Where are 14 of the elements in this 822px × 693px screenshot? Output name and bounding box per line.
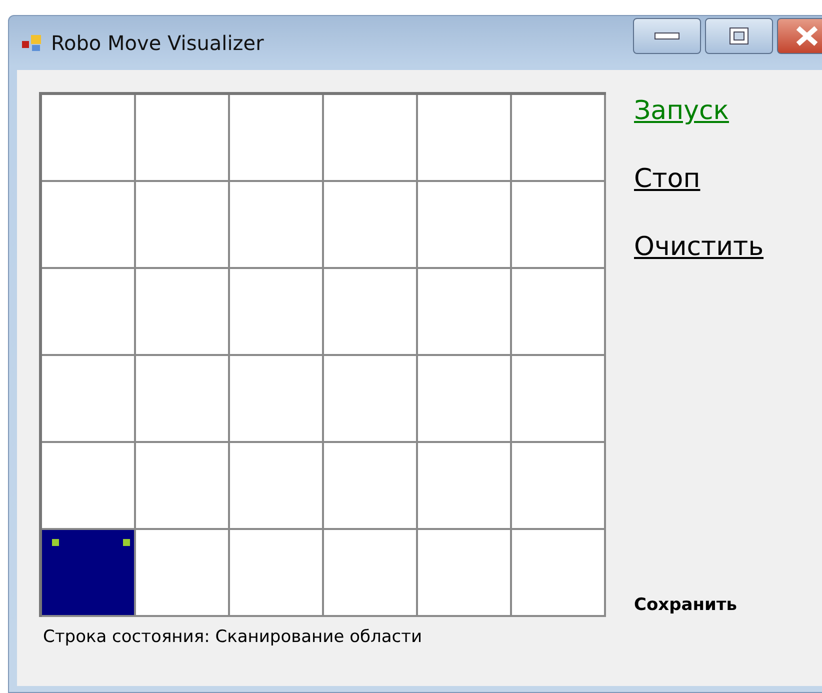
sensor-dots-icon <box>52 539 130 547</box>
minimize-icon <box>654 31 680 41</box>
action-link[interactable]: Стоп <box>634 164 822 194</box>
close-icon <box>794 25 820 47</box>
action-link[interactable]: Запуск <box>634 96 822 126</box>
minimize-button[interactable] <box>633 18 701 54</box>
save-button[interactable]: Сохранить <box>634 595 738 615</box>
close-button[interactable] <box>777 18 822 54</box>
window-title: Robo Move Visualizer <box>51 31 265 55</box>
maximize-button[interactable] <box>705 18 773 54</box>
action-link[interactable]: Очистить <box>634 232 822 262</box>
maximize-icon <box>728 26 750 46</box>
app-icon <box>21 33 43 53</box>
status-text: Строка состояния: Сканирование области <box>43 627 424 647</box>
